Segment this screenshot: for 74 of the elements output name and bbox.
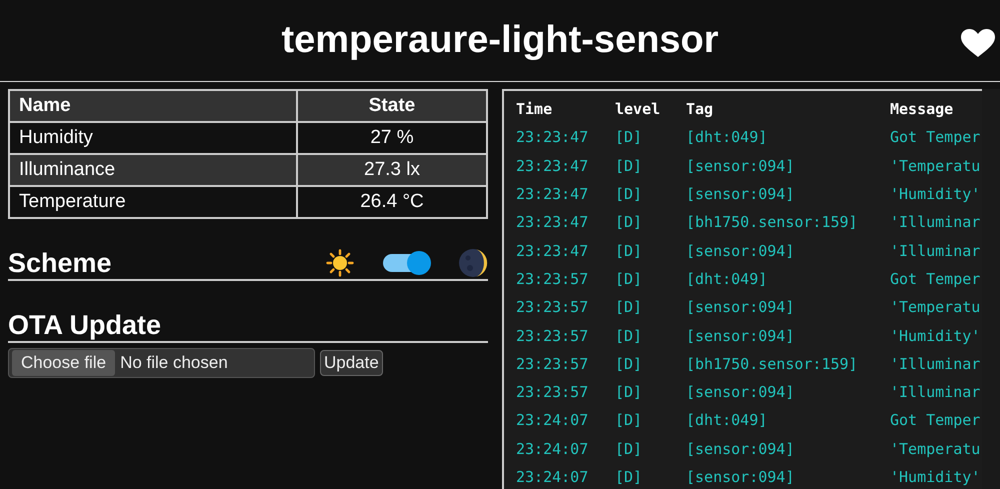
sun-icon <box>326 249 354 277</box>
section-title: Scheme <box>8 247 112 279</box>
moon-icon <box>458 248 488 278</box>
log-level: [D] <box>615 383 644 402</box>
log-message: 'Temperatu <box>890 156 982 175</box>
section-title: OTA Update <box>8 309 161 341</box>
log-tag: [bh1750.sensor:159] <box>686 213 890 232</box>
log-message: 'Temperatu <box>890 440 982 458</box>
log-message: Got Temper <box>890 411 982 430</box>
log-tag: [bh1750.sensor:159] <box>686 354 890 373</box>
choose-file-button[interactable]: Choose file <box>12 350 116 376</box>
log-level: [D] <box>615 440 644 458</box>
file-input[interactable]: Choose file No file chosen <box>8 348 315 378</box>
log-time: 23:23:57 <box>516 383 590 402</box>
table-cell: 27.3 lx <box>296 154 487 186</box>
log-tag: [dht:049] <box>686 270 890 288</box>
log-message: Got Temper <box>890 128 982 146</box>
theme-toggle[interactable] <box>383 254 429 272</box>
log-message: 'Illuminar <box>890 213 982 232</box>
log-tag: [sensor:094] <box>686 326 890 345</box>
log-time: 23:24:07 <box>516 440 590 458</box>
log-time: 23:24:07 <box>516 411 590 430</box>
log-tag: [sensor:094] <box>686 383 890 402</box>
log-column-header: level <box>615 100 662 118</box>
file-status: No file chosen <box>120 353 228 373</box>
log-column-header: Time <box>516 100 554 118</box>
log-level: [D] <box>615 242 644 260</box>
log-level: [D] <box>615 128 644 146</box>
log-column-header: Tag <box>686 100 714 118</box>
log-time: 23:23:47 <box>516 128 590 146</box>
log-message: 'Illuminar <box>890 242 982 260</box>
log-tag: [dht:049] <box>686 411 890 430</box>
log-message: 'Temperatu <box>890 298 982 316</box>
log-time: 23:23:47 <box>516 213 590 232</box>
log-message: 'Humidity' <box>890 185 982 204</box>
log-message: 'Illuminar <box>890 383 982 402</box>
table-cell: 26.4 °C <box>296 186 487 218</box>
table-cell: Temperature <box>9 186 297 218</box>
log-message: 'Humidity' <box>890 326 982 345</box>
log-time: 23:23:57 <box>516 326 590 345</box>
log-time: 23:23:47 <box>516 242 590 260</box>
log-time: 23:23:57 <box>516 298 590 316</box>
log-level: [D] <box>615 213 644 232</box>
update-button[interactable]: Update <box>320 350 383 376</box>
log-level: [D] <box>615 468 644 486</box>
column-header: Name <box>9 90 297 122</box>
log-time: 23:24:07 <box>516 468 590 486</box>
table-cell: Illuminance <box>9 154 297 186</box>
log-tag: [sensor:094] <box>686 185 890 204</box>
log-tag: [dht:049] <box>686 128 890 146</box>
log-tag: [sensor:094] <box>686 156 890 175</box>
scrollbar[interactable] <box>982 89 1000 489</box>
log-tag: [sensor:094] <box>686 468 890 486</box>
log-level: [D] <box>615 411 644 430</box>
page-title: temperaure-light-sensor <box>281 19 719 62</box>
log-level: [D] <box>615 326 644 345</box>
log-message: 'Humidity' <box>890 468 982 486</box>
column-header: State <box>296 90 487 122</box>
log-level: [D] <box>615 185 644 204</box>
log-tag: [sensor:094] <box>686 440 890 458</box>
log-time: 23:23:57 <box>516 270 590 288</box>
log-column-header: Message <box>890 100 954 118</box>
log-time: 23:23:47 <box>516 185 590 204</box>
log-tag: [sensor:094] <box>686 298 890 316</box>
log-message: Got Temper <box>890 270 982 288</box>
log-level: [D] <box>615 354 644 373</box>
heart-icon[interactable] <box>960 28 996 58</box>
log-level: [D] <box>615 156 644 175</box>
log-level: [D] <box>615 298 644 316</box>
log-tag: [sensor:094] <box>686 242 890 260</box>
log-message: 'Illuminar <box>890 354 982 373</box>
log-time: 23:23:57 <box>516 354 590 373</box>
log-level: [D] <box>615 270 644 288</box>
log-time: 23:23:47 <box>516 156 590 175</box>
